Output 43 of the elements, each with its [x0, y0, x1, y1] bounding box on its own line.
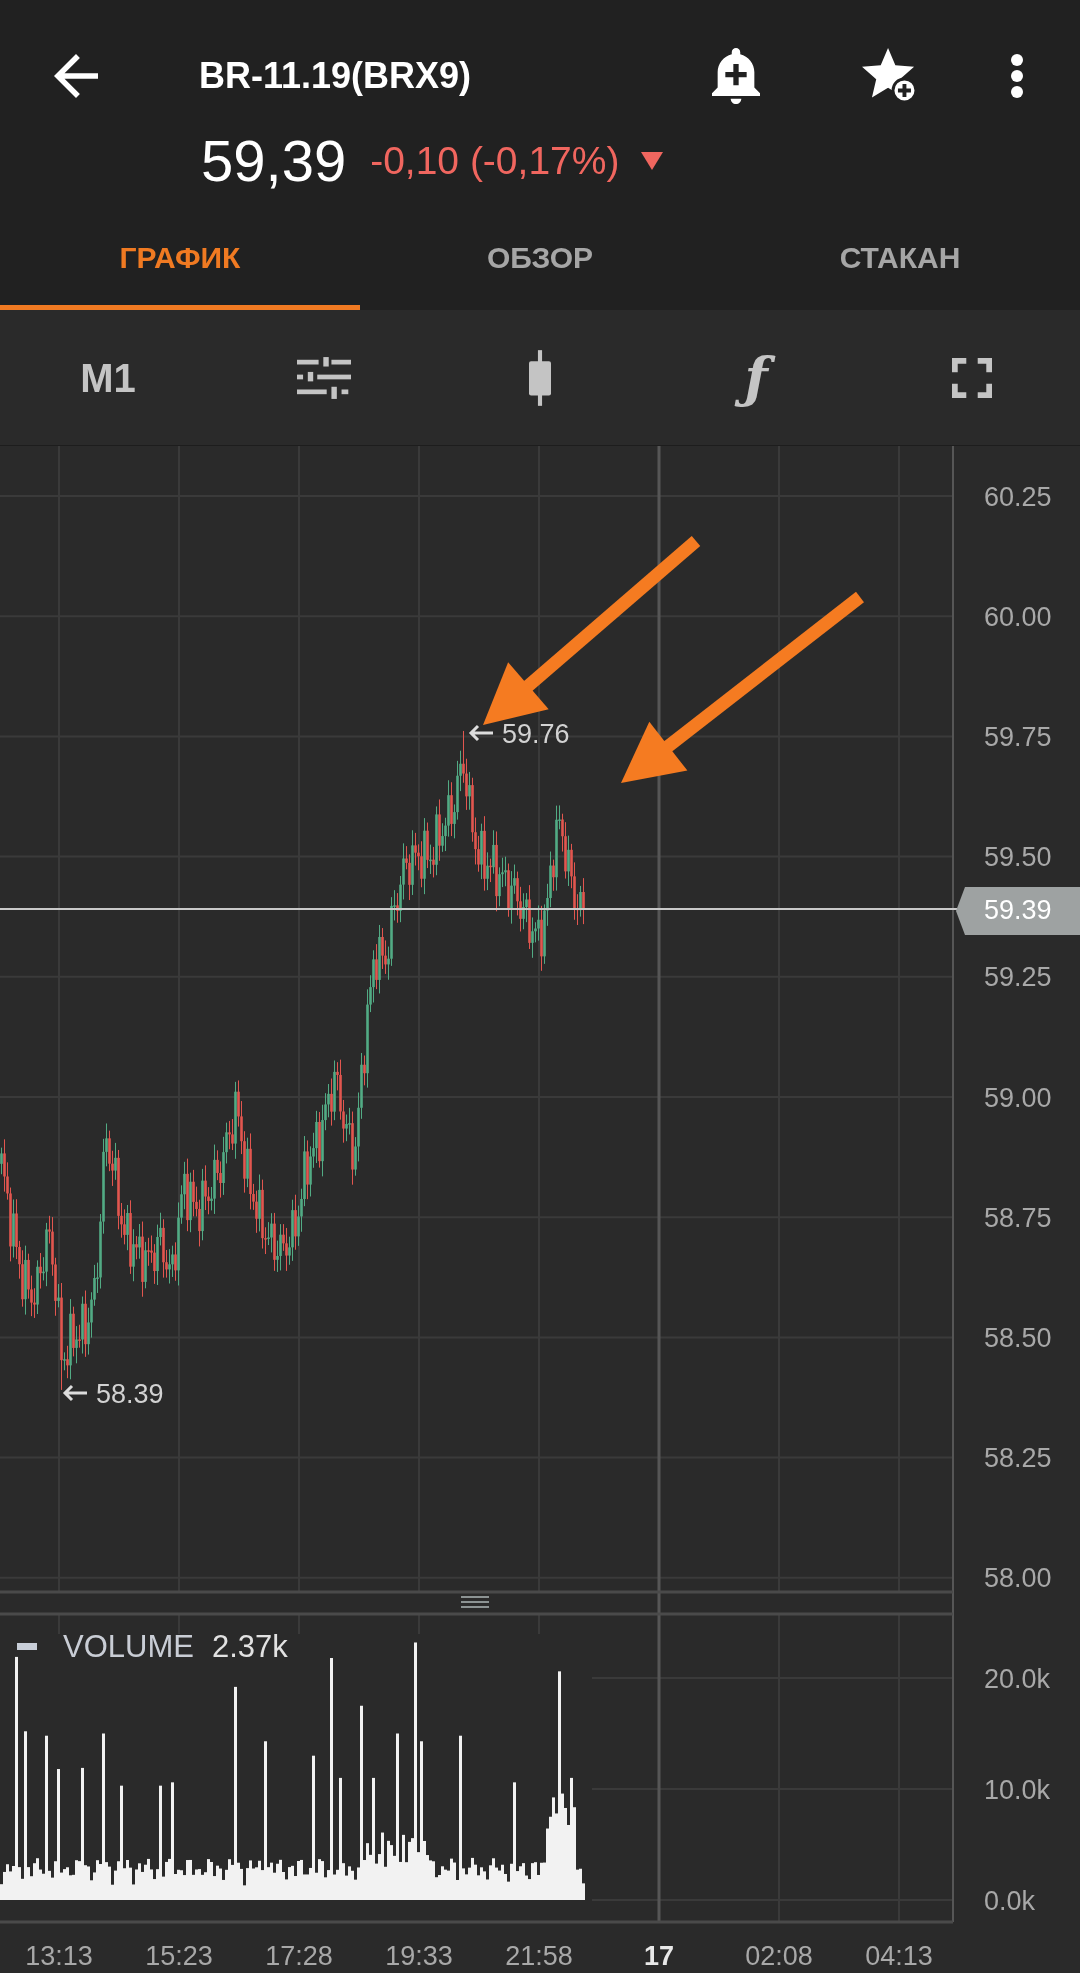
volume-axis-label: 10.0k [984, 1774, 1051, 1805]
price-axis-label: 58.00 [984, 1563, 1052, 1594]
price-axis-label: 58.25 [984, 1443, 1052, 1474]
date-axis-label: 17 [644, 1941, 674, 1971]
price-axis-label: 59.75 [984, 721, 1052, 752]
price-axis-label: 58.75 [984, 1202, 1052, 1233]
tab[interactable]: ОБЗОР [360, 205, 720, 310]
tab[interactable]: СТАКАН [720, 205, 1080, 310]
price-axis-label: 59.50 [984, 842, 1052, 873]
left-arrow-icon [62, 1384, 89, 1402]
price-axis-label: 60.25 [984, 481, 1052, 512]
time-axis-label: 17:28 [265, 1941, 333, 1971]
price-axis-label: 59.00 [984, 1082, 1052, 1113]
price-axis-label: 60.00 [984, 601, 1052, 632]
timeframe-button[interactable]: M1 [74, 349, 142, 406]
price-axis-label: 58.50 [984, 1322, 1052, 1353]
drag-handle-icon[interactable] [460, 1596, 490, 1608]
star-plus-icon [862, 48, 918, 104]
volume-value: 2.37k [212, 1629, 288, 1664]
back-arrow-icon [54, 54, 98, 98]
time-axis-label: 21:58 [505, 1941, 573, 1971]
left-arrow-icon [468, 724, 495, 742]
fullscreen-icon [952, 357, 992, 398]
instrument-title: BR-11.19(BRX9) [199, 55, 472, 97]
last-price: 59,39 [201, 129, 347, 193]
low-price-label: 58.39 [96, 1379, 164, 1409]
candlestick-icon [529, 349, 551, 406]
sliders-icon [297, 356, 351, 399]
kebab-menu-icon [1011, 54, 1023, 98]
volume-label: VOLUME [63, 1629, 194, 1664]
time-axis-label: 15:23 [145, 1941, 213, 1971]
time-axis-label: 02:08 [745, 1941, 813, 1971]
current-price-tag: 59.39 [956, 887, 1080, 935]
price-axis-label: 59.25 [984, 962, 1052, 993]
time-axis-label: 04:13 [865, 1941, 933, 1971]
high-price-label: 59.76 [502, 719, 570, 749]
time-axis-label: 19:33 [385, 1941, 453, 1971]
bell-plus-icon [712, 48, 760, 104]
volume-axis-label: 20.0k [984, 1663, 1051, 1694]
legend-swatch-icon [17, 1643, 37, 1650]
price-change: -0,10 (-0,17%) [370, 139, 620, 183]
time-axis-label: 13:13 [25, 1941, 93, 1971]
volume-axis-label: 0.0k [984, 1885, 1036, 1916]
